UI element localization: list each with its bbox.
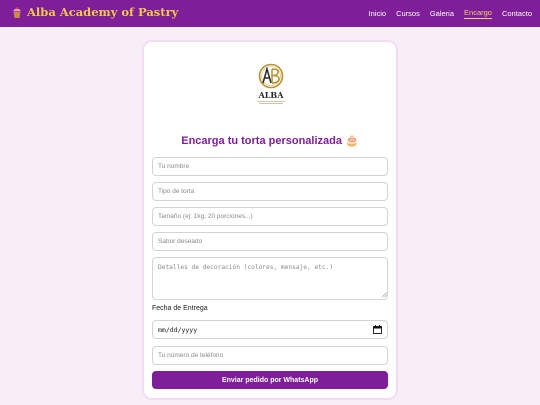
nav-link-inicio[interactable]: Inicio <box>369 9 387 19</box>
brand-title: Alba Academy of Pastry <box>27 5 179 19</box>
nav-link-encargo[interactable]: Encargo <box>464 8 492 19</box>
top-navbar: Alba Academy of Pastry Inicio Cursos Gal… <box>0 0 540 27</box>
nav-link-galeria[interactable]: Galeria <box>430 9 454 19</box>
phone-input[interactable] <box>152 346 388 365</box>
alba-monogram-logo: ALBA <box>257 63 285 104</box>
resize-grip-icon[interactable] <box>382 292 387 297</box>
send-whatsapp-button[interactable]: Enviar pedido por WhatsApp <box>152 371 388 389</box>
calendar-icon[interactable] <box>373 325 382 334</box>
name-input[interactable] <box>152 157 388 176</box>
nav-link-contacto[interactable]: Contacto <box>502 9 532 19</box>
flavor-input[interactable] <box>152 232 388 251</box>
brand[interactable]: Alba Academy of Pastry <box>12 5 178 19</box>
nav-link-cursos[interactable]: Cursos <box>396 9 420 19</box>
delivery-date-input[interactable]: mm/dd/yyyy <box>152 320 388 339</box>
cupcake-icon <box>13 6 21 18</box>
decoration-textarea[interactable] <box>152 257 388 300</box>
cake-type-input[interactable] <box>152 182 388 201</box>
form-title: Encarga tu torta personalizada 🎂 <box>181 135 359 147</box>
nav-links: Inicio Cursos Galeria Encargo Contacto <box>359 0 532 27</box>
size-input[interactable] <box>152 207 388 226</box>
delivery-date-label: Fecha de Entrega <box>152 305 208 312</box>
logo-text: ALBA <box>258 90 285 100</box>
date-placeholder: mm/dd/yyyy <box>158 326 198 334</box>
